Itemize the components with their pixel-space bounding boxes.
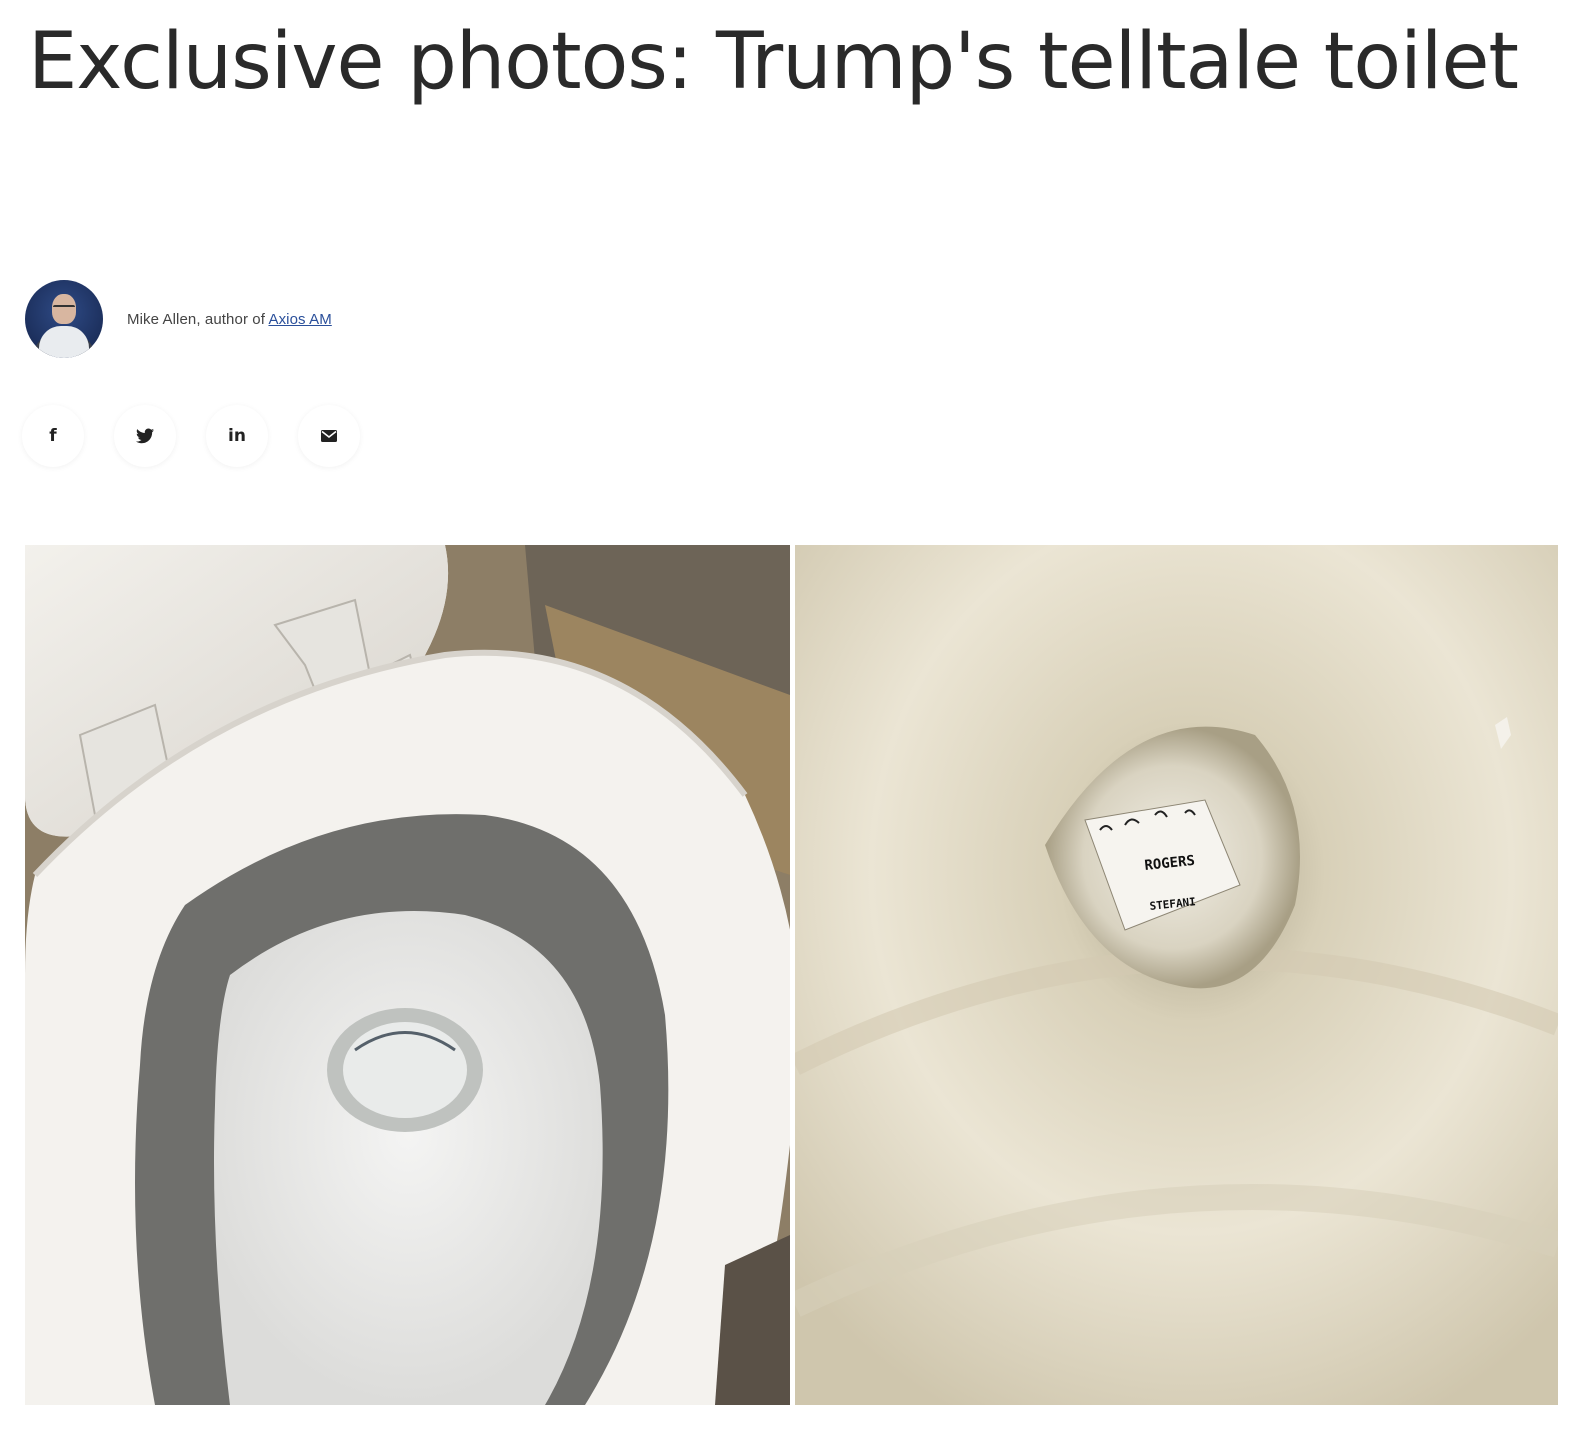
toilet-photo-left xyxy=(25,545,790,1405)
twitter-icon xyxy=(136,428,154,444)
toilet-bowl-closeup-image: ROGERS STEFANI xyxy=(795,545,1558,1405)
author-avatar[interactable] xyxy=(25,280,103,358)
byline-prefix: , author of xyxy=(196,310,269,328)
toilet-open-seat-image xyxy=(25,545,790,1405)
author-name: Mike Allen xyxy=(127,310,197,328)
toilet-photo-right: ROGERS STEFANI xyxy=(795,545,1558,1405)
newsletter-link[interactable]: Axios AM xyxy=(268,311,331,328)
article-headline: Exclusive photos: Trump's telltale toile… xyxy=(28,17,1519,107)
linkedin-icon: in xyxy=(228,426,246,446)
twitter-share-button[interactable] xyxy=(114,405,176,467)
byline-text: Mike Allen, author of Axios AM xyxy=(127,311,332,328)
linkedin-share-button[interactable]: in xyxy=(206,405,268,467)
share-bar: f in xyxy=(22,405,390,467)
facebook-share-button[interactable]: f xyxy=(22,405,84,467)
photo-pair: ROGERS STEFANI xyxy=(25,545,1558,1405)
facebook-icon: f xyxy=(49,426,57,446)
email-icon xyxy=(321,430,337,442)
email-share-button[interactable] xyxy=(298,405,360,467)
byline: Mike Allen, author of Axios AM xyxy=(25,280,332,358)
